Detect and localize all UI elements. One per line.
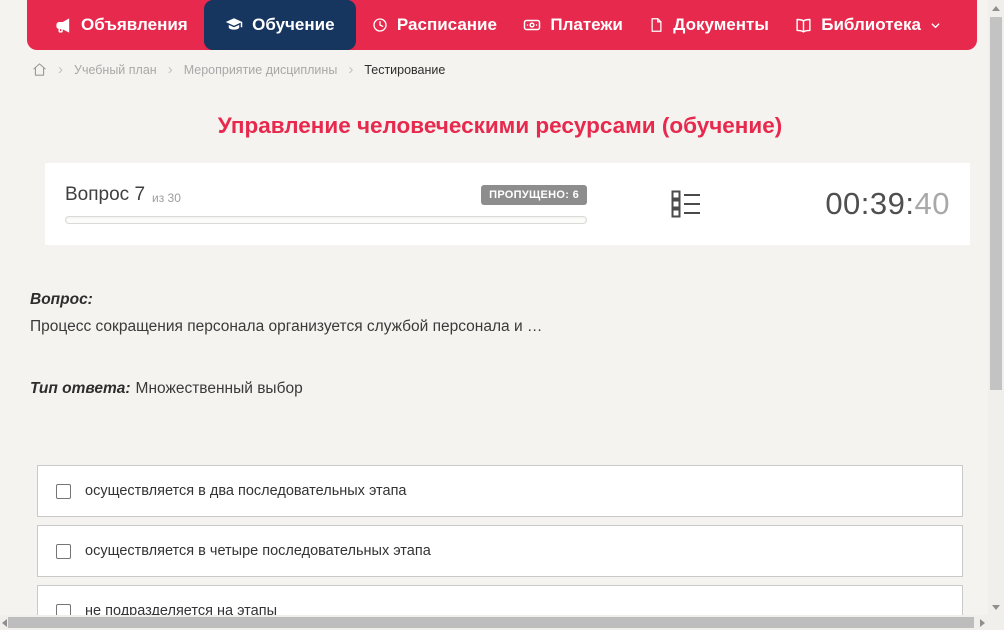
- checkbox[interactable]: [56, 543, 71, 559]
- skipped-badge: ПРОПУЩЕНО: 6: [481, 185, 587, 205]
- nav-item-announcements[interactable]: Объявления: [45, 0, 198, 50]
- quiz-header-card: Вопрос 7 из 30 ПРОПУЩЕНО: 6 00:39:40: [45, 163, 970, 245]
- question-text: Процесс сокращения персонала организуетс…: [30, 318, 543, 335]
- question-list-icon: [671, 190, 700, 218]
- banknote-icon: [523, 16, 541, 34]
- question-number: Вопрос 7: [65, 184, 146, 205]
- breadcrumb-separator-icon: ›: [167, 61, 173, 78]
- breadcrumb-separator-icon: ›: [348, 61, 354, 78]
- breadcrumb-separator-icon: ›: [58, 61, 63, 78]
- page-title: Управление человеческими ресурсами (обуч…: [217, 113, 783, 138]
- nav-item-label: Документы: [673, 15, 769, 34]
- breadcrumb: › Учебный план › Мероприятие дисциплины › Тес…: [32, 62, 445, 77]
- checkbox[interactable]: [56, 483, 71, 499]
- nav-item-schedule[interactable]: Расписание: [362, 0, 507, 50]
- nav-item-label: Платежи: [550, 15, 623, 34]
- top-nav: Объявления Обучение Расписание Платежи Д…: [27, 0, 977, 50]
- vertical-scrollbar[interactable]: [988, 0, 1004, 630]
- breadcrumb-home[interactable]: [32, 62, 47, 77]
- scroll-left-icon[interactable]: [2, 619, 7, 627]
- answer-option[interactable]: осуществляется в четыре последовательных…: [37, 525, 963, 577]
- question-total: из 30: [152, 190, 181, 205]
- answer-option-label: осуществляется в два последовательных эт…: [85, 483, 407, 499]
- chevron-down-icon: [930, 20, 941, 31]
- breadcrumb-list: › Учебный план › Мероприятие дисциплины › Тес…: [58, 62, 445, 77]
- answer-option[interactable]: осуществляется в два последовательных эт…: [37, 465, 963, 517]
- answer-type-value: Множественный выбор: [135, 380, 303, 397]
- breadcrumb-item[interactable]: Учебный план: [74, 63, 157, 77]
- answer-type-label: Тип ответа:: [30, 380, 131, 397]
- question-heading: Вопрос:: [30, 291, 93, 308]
- clock-icon: [372, 17, 388, 33]
- question-list-button[interactable]: [671, 190, 701, 218]
- megaphone-icon: [55, 17, 72, 34]
- horizontal-scrollbar[interactable]: [0, 615, 988, 630]
- answer-option-label: осуществляется в четыре последовательных…: [85, 543, 431, 559]
- home-icon: [33, 63, 46, 76]
- progress-bar: [65, 216, 587, 224]
- timer-seconds: 40: [914, 186, 950, 221]
- scroll-up-icon[interactable]: [992, 6, 1000, 11]
- vertical-scrollbar-thumb[interactable]: [990, 17, 1002, 390]
- nav-item-label: Расписание: [396, 15, 497, 34]
- question-block: Вопрос: Процесс сокращения персонала орг…: [30, 291, 940, 398]
- nav-item-documents[interactable]: Документы: [639, 0, 779, 50]
- document-icon: [649, 17, 664, 33]
- timer-main: 00:39:: [825, 186, 915, 221]
- answer-options: осуществляется в два последовательных эт…: [37, 465, 963, 630]
- scroll-right-icon[interactable]: [980, 619, 985, 627]
- nav-item-education[interactable]: Обучение: [204, 0, 356, 50]
- scroll-down-icon[interactable]: [992, 605, 1000, 610]
- nav-item-label: Объявления: [81, 15, 188, 34]
- nav-item-library[interactable]: Библиотека: [785, 0, 951, 50]
- scrollbar-corner: [988, 615, 1004, 630]
- breadcrumb-item[interactable]: Мероприятие дисциплины: [184, 63, 338, 77]
- nav-item-label: Библиотека: [821, 15, 921, 34]
- question-progress-block: Вопрос 7 из 30 ПРОПУЩЕНО: 6: [65, 184, 587, 224]
- book-icon: [795, 17, 812, 34]
- nav-item-label: Обучение: [252, 15, 335, 34]
- timer: 00:39:40: [825, 186, 950, 222]
- graduation-cap-icon: [225, 16, 243, 34]
- horizontal-scrollbar-thumb[interactable]: [8, 617, 974, 628]
- breadcrumb-item: Тестирование: [364, 62, 446, 77]
- nav-item-payments[interactable]: Платежи: [513, 0, 633, 50]
